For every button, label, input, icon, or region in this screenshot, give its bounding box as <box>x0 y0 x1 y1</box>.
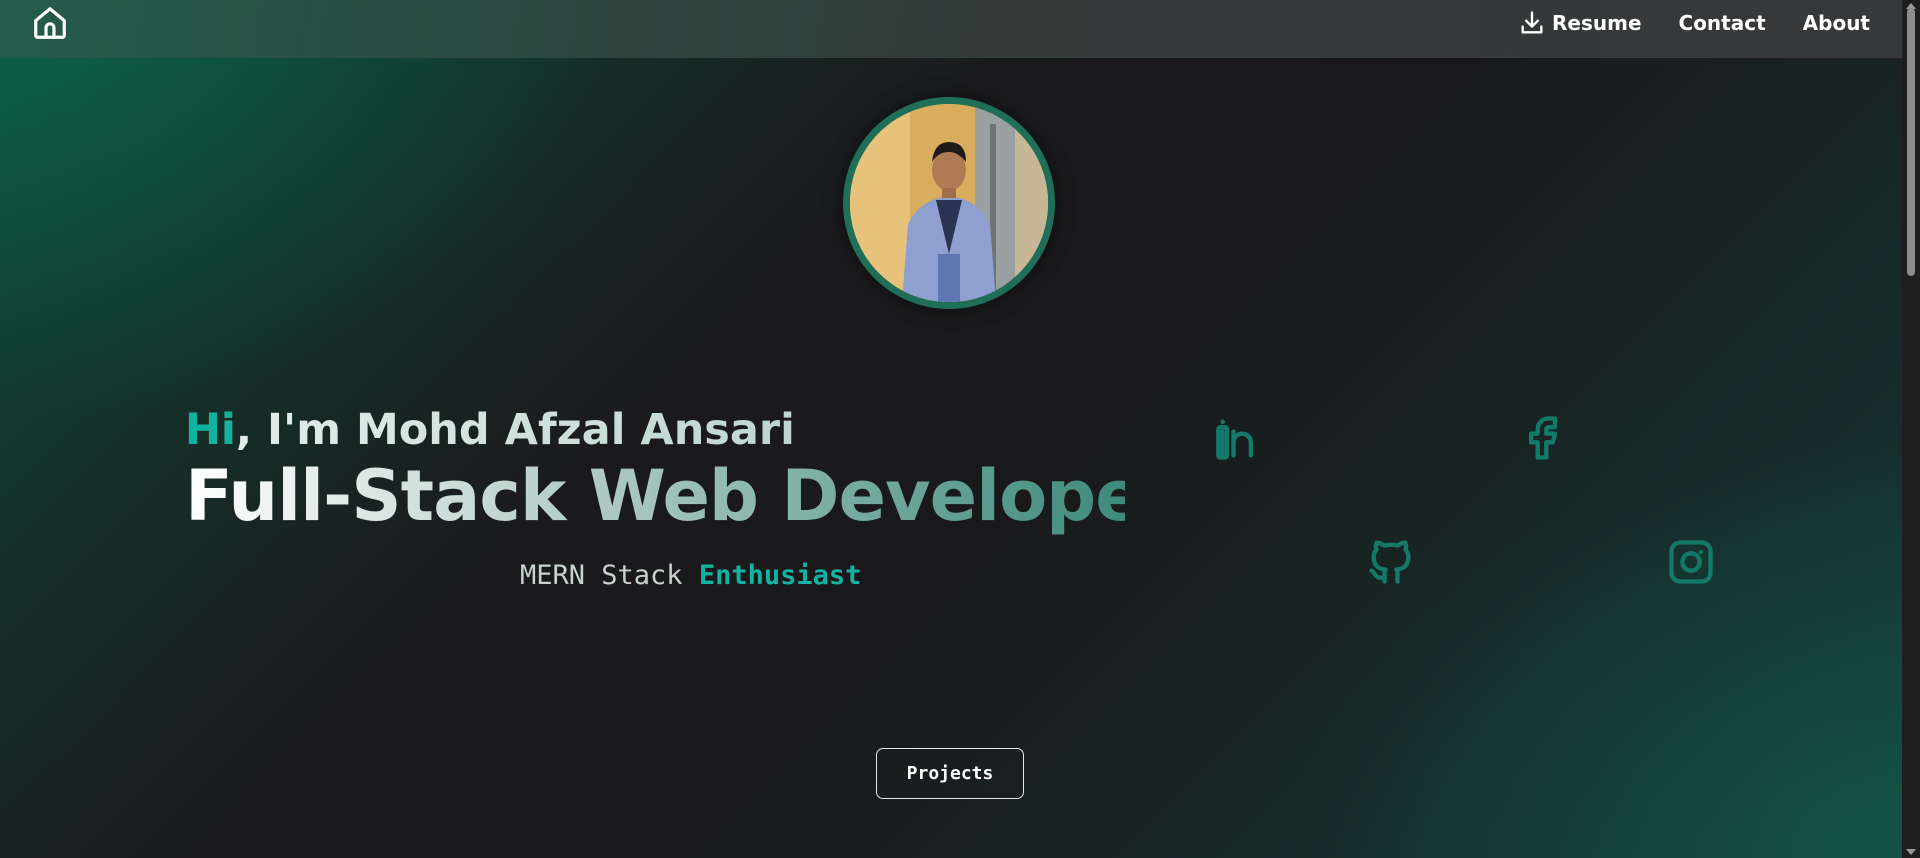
avatar <box>850 104 1048 302</box>
contact-link[interactable]: Contact <box>1679 11 1766 35</box>
portfolio-page: Resume Contact About Hi, I'm Mohd Afzal … <box>0 0 1920 858</box>
projects-button[interactable]: Projects <box>876 748 1024 799</box>
resume-link[interactable]: Resume <box>1518 9 1642 37</box>
greeting-name: , I'm Mohd Afzal Ansari <box>235 405 795 455</box>
scroll-down-icon[interactable] <box>1906 849 1916 855</box>
facebook-link[interactable] <box>1516 412 1568 464</box>
page-scrollbar[interactable] <box>1902 0 1920 858</box>
hero-text: Hi, I'm Mohd Afzal Ansari Full-Stack Web… <box>185 405 1176 537</box>
resume-label: Resume <box>1552 11 1642 35</box>
about-link[interactable]: About <box>1803 11 1870 35</box>
avatar-ring <box>843 97 1055 309</box>
greeting: Hi, I'm Mohd Afzal Ansari <box>185 405 1125 455</box>
about-label: About <box>1802 11 1870 35</box>
linkedin-link[interactable] <box>1214 412 1266 464</box>
greeting-hi: Hi <box>185 405 236 455</box>
tagline-plain: MERN Stack <box>520 560 699 591</box>
tagline: MERN Stack Enthusiast <box>520 560 861 591</box>
github-link[interactable] <box>1365 536 1417 588</box>
top-navbar: Resume Contact About <box>0 0 1902 58</box>
linkedin-icon <box>1216 419 1253 460</box>
github-icon <box>1369 540 1411 584</box>
scroll-thumb[interactable] <box>1907 8 1915 276</box>
instagram-icon <box>1669 540 1713 584</box>
avatar-photo <box>850 104 1048 302</box>
contact-label: Contact <box>1678 11 1766 35</box>
tagline-accent: Enthusiast <box>698 560 862 591</box>
download-icon <box>1521 11 1543 34</box>
instagram-link[interactable] <box>1665 536 1717 588</box>
home-icon[interactable] <box>31 4 69 42</box>
headline: Full-Stack Web Developer <box>185 455 1176 537</box>
nav-links: Resume Contact About <box>1518 0 1870 46</box>
facebook-icon <box>1529 416 1558 460</box>
